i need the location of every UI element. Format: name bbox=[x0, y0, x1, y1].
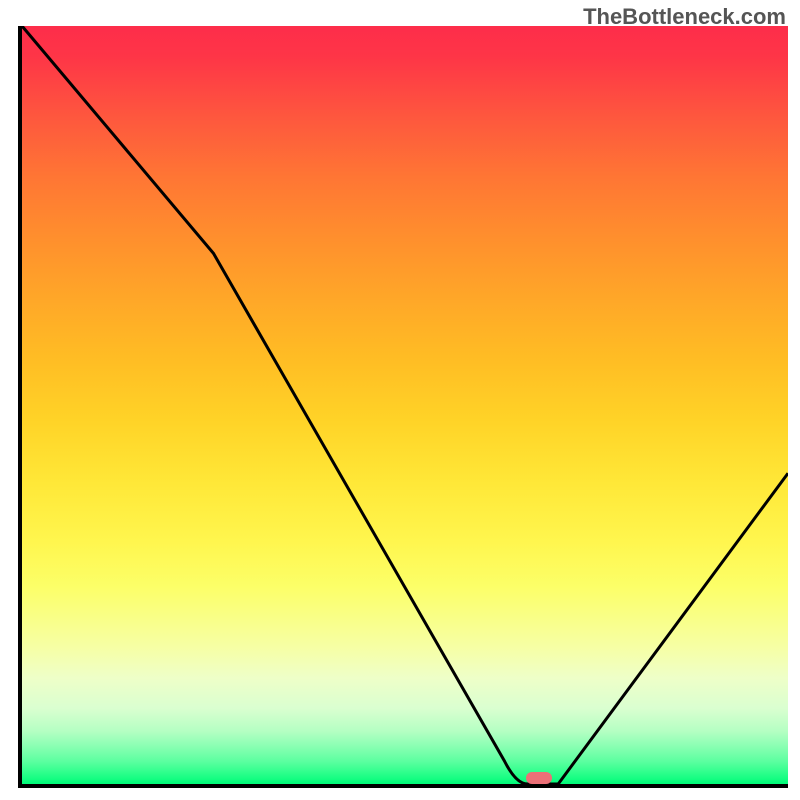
bottleneck-curve bbox=[22, 26, 788, 784]
chart-container: TheBottleneck.com bbox=[0, 0, 800, 800]
watermark-text: TheBottleneck.com bbox=[583, 4, 786, 30]
plot-area bbox=[18, 26, 788, 788]
optimal-marker bbox=[526, 772, 552, 784]
